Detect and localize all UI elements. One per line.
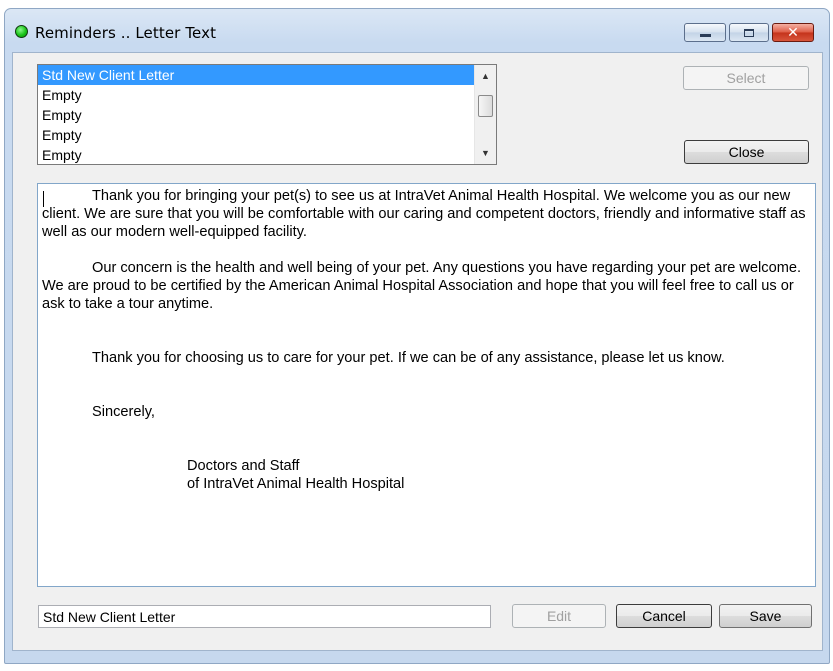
list-item[interactable]: Empty (38, 85, 474, 105)
list-scrollbar[interactable]: ▲ ▼ (474, 65, 496, 164)
scroll-down-arrow-icon[interactable]: ▼ (475, 144, 496, 162)
edit-button[interactable]: Edit (512, 604, 606, 628)
scrollbar-thumb[interactable] (478, 95, 493, 117)
scroll-up-arrow-icon[interactable]: ▲ (475, 67, 496, 85)
letters-list: Std New Client Letter Empty Empty Empty … (38, 65, 474, 164)
minimize-button[interactable] (684, 23, 726, 42)
window-close-button[interactable]: ✕ (772, 23, 814, 42)
text-caret (43, 191, 44, 207)
list-item[interactable]: Empty (38, 145, 474, 164)
letter-paragraph: Our concern is the health and well being… (42, 260, 802, 312)
letter-name-field[interactable] (38, 605, 491, 628)
reminders-letter-window: Reminders .. Letter Text ✕ Std New Clien… (4, 8, 830, 664)
letters-listbox[interactable]: Std New Client Letter Empty Empty Empty … (37, 64, 497, 165)
status-indicator-icon (15, 25, 28, 38)
letter-text-editor[interactable]: Thank you for bringing your pet(s) to se… (37, 183, 816, 587)
maximize-icon (744, 28, 754, 37)
close-button[interactable]: Close (684, 140, 809, 164)
list-item[interactable]: Std New Client Letter (38, 65, 474, 85)
minimize-icon (699, 34, 711, 37)
letter-signature-line: Doctors and Staff (187, 458, 300, 474)
cancel-button[interactable]: Cancel (616, 604, 712, 628)
window-title: Reminders .. Letter Text (35, 24, 217, 42)
letter-closing: Sincerely, (92, 404, 155, 420)
close-icon: ✕ (787, 24, 799, 41)
list-item[interactable]: Empty (38, 105, 474, 125)
letter-paragraph: Thank you for bringing your pet(s) to se… (42, 188, 806, 240)
letter-signature-line: of IntraVet Animal Health Hospital (187, 476, 405, 492)
title-bar[interactable]: Reminders .. Letter Text ✕ (5, 9, 829, 49)
maximize-button[interactable] (729, 23, 769, 42)
select-button[interactable]: Select (683, 66, 809, 90)
letter-paragraph: Thank you for choosing us to care for yo… (92, 350, 725, 366)
dialog-content: Std New Client Letter Empty Empty Empty … (12, 52, 823, 651)
save-button[interactable]: Save (719, 604, 812, 628)
list-item[interactable]: Empty (38, 125, 474, 145)
